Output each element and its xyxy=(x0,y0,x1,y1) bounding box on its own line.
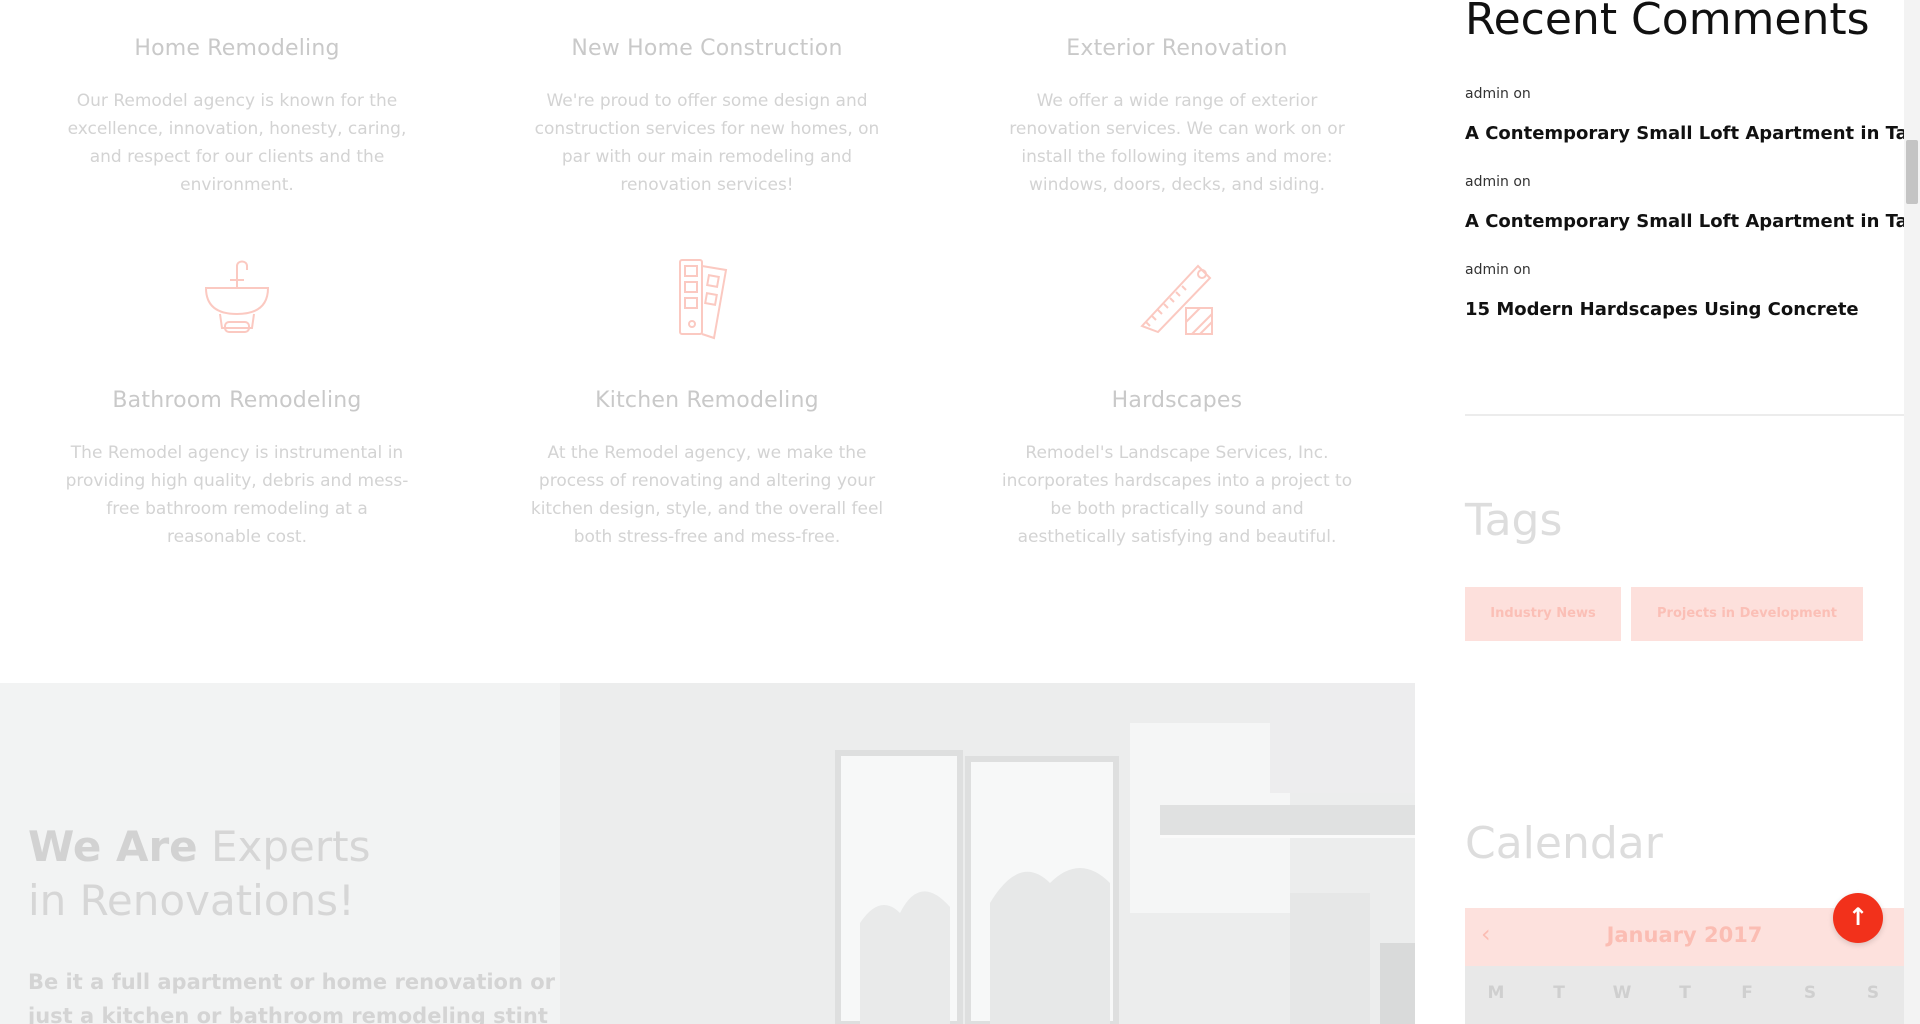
service-title[interactable]: Home Remodeling xyxy=(57,36,417,61)
hero-section: We Are Experts in Renovations! Be it a fu… xyxy=(0,683,1415,1024)
hero-title-rest: Experts xyxy=(197,822,371,871)
comment-post-link[interactable]: A Contemporary Small Loft Apartment in T… xyxy=(1465,211,1920,232)
service-description: At the Remodel agency, we make the proce… xyxy=(530,443,884,547)
hero-subtitle: Be it a full apartment or home renovatio… xyxy=(28,970,556,1024)
arrow-up-icon: ↑ xyxy=(1847,903,1869,931)
service-hardscapes: Hardscapes Remodel's Landscape Services,… xyxy=(997,388,1357,551)
calendar-weekdays: M T W T F S S xyxy=(1465,966,1904,1024)
back-to-top-button[interactable]: ↑ xyxy=(1833,893,1883,943)
service-description: We're proud to offer some design and con… xyxy=(534,91,880,195)
sidebar-divider xyxy=(1465,414,1904,416)
service-title[interactable]: Bathroom Remodeling xyxy=(57,388,417,413)
weekday-label: F xyxy=(1741,983,1753,1003)
service-description: Remodel's Landscape Services, Inc. incor… xyxy=(1001,443,1353,547)
service-title[interactable]: New Home Construction xyxy=(527,36,887,61)
weekday-label: M xyxy=(1487,983,1505,1003)
service-title[interactable]: Hardscapes xyxy=(997,388,1357,413)
hero-title-bold: We Are xyxy=(28,822,198,871)
hero-title-line2: in Renovations! xyxy=(28,876,355,925)
weekday-label: T xyxy=(1553,983,1565,1003)
comment-post-link[interactable]: A Contemporary Small Loft Apartment in T… xyxy=(1465,123,1920,144)
service-title[interactable]: Kitchen Remodeling xyxy=(527,388,887,413)
service-description: The Remodel agency is instrumental in pr… xyxy=(65,443,409,547)
service-exterior-renovation: Exterior Renovation We offer a wide rang… xyxy=(997,36,1357,199)
service-kitchen-remodeling: Kitchen Remodeling At the Remodel agency… xyxy=(527,388,887,551)
service-bathroom-remodeling: Bathroom Remodeling The Remodel agency i… xyxy=(57,388,417,551)
weekday-label: S xyxy=(1866,983,1880,1003)
comment-author: admin on xyxy=(1465,86,1531,102)
weekday-label: T xyxy=(1679,983,1691,1003)
tag-projects-in-development[interactable]: Projects in Development xyxy=(1631,587,1863,641)
weekday-label: S xyxy=(1803,983,1817,1003)
saw-tile-icon xyxy=(1132,252,1222,342)
service-home-remodeling: Home Remodeling Our Remodel agency is kn… xyxy=(57,36,417,199)
services-section: Home Remodeling Our Remodel agency is kn… xyxy=(0,0,1415,683)
comment-author: admin on xyxy=(1465,174,1531,190)
service-description: Our Remodel agency is known for the exce… xyxy=(67,91,407,195)
scrollbar-thumb[interactable] xyxy=(1906,140,1918,204)
tags-title: Tags xyxy=(1465,495,1563,546)
color-swatch-icon xyxy=(662,252,752,342)
tag-industry-news[interactable]: Industry News xyxy=(1465,587,1621,641)
sidebar: Recent Comments admin on A Contemporary … xyxy=(1415,0,1920,1024)
calendar-title: Calendar xyxy=(1465,818,1663,869)
comment-post-link[interactable]: 15 Modern Hardscapes Using Concrete xyxy=(1465,299,1859,320)
weekday-label: W xyxy=(1612,983,1632,1003)
sink-icon xyxy=(192,252,282,342)
service-description: We offer a wide range of exterior renova… xyxy=(1009,91,1345,195)
page-scrollbar[interactable] xyxy=(1904,0,1920,1024)
comment-author: admin on xyxy=(1465,262,1531,278)
service-new-home-construction: New Home Construction We're proud to off… xyxy=(527,36,887,199)
hero-title: We Are Experts in Renovations! xyxy=(28,820,371,928)
service-title[interactable]: Exterior Renovation xyxy=(997,36,1357,61)
recent-comments-title: Recent Comments xyxy=(1465,0,1870,45)
